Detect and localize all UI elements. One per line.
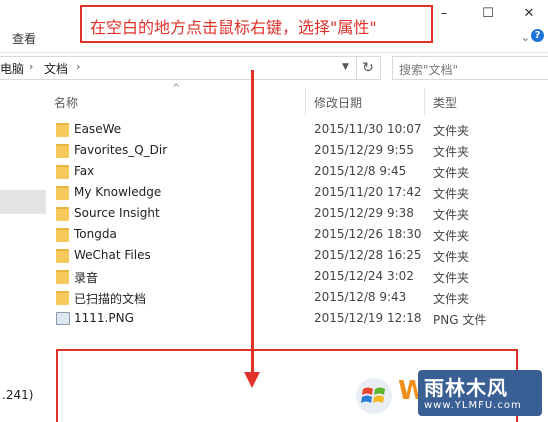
column-header-type[interactable]: 类型 — [433, 94, 457, 111]
refresh-icon: ↻ — [362, 60, 374, 76]
file-date: 2015/12/28 16:25 — [314, 248, 422, 262]
folder-icon — [56, 165, 69, 179]
column-header-date[interactable]: 修改日期 — [314, 94, 362, 111]
file-name: WeChat Files — [74, 248, 151, 262]
list-item[interactable]: 已扫描的文档 2015/12/8 9:43 文件夹 — [46, 288, 548, 309]
chevron-right-icon[interactable]: › — [76, 60, 80, 73]
file-name: 录音 — [74, 271, 99, 285]
folder-icon — [56, 123, 69, 137]
navigation-pane — [0, 80, 46, 422]
file-date: 2015/12/8 9:43 — [314, 290, 407, 304]
column-divider[interactable] — [305, 88, 306, 116]
maximize-button[interactable]: ☐ — [466, 0, 510, 26]
refresh-button[interactable]: ↻ — [356, 57, 379, 79]
folder-icon — [56, 144, 69, 158]
file-name: EaseWe — [74, 122, 122, 136]
instruction-callout: 在空白的地方点击鼠标右键，选择"属性" — [80, 5, 433, 43]
folder-icon — [56, 186, 69, 200]
file-type: PNG 文件 — [433, 313, 487, 327]
file-type: 文件夹 — [433, 250, 470, 264]
watermark-badge: 雨林木风 www.YLMFU.com — [418, 370, 542, 416]
chevron-down-icon[interactable]: ⌄ — [521, 31, 530, 44]
annotation-arrow — [251, 70, 254, 375]
list-item[interactable]: WeChat Files 2015/12/28 16:25 文件夹 — [46, 246, 548, 267]
instruction-text: 在空白的地方点击鼠标右键，选择"属性" — [90, 18, 377, 37]
list-item[interactable]: Favorites_Q_Dir 2015/12/29 9:55 文件夹 — [46, 141, 548, 162]
file-date: 2015/12/29 9:38 — [314, 206, 414, 220]
address-dropdown-icon[interactable]: ▼ — [342, 62, 349, 72]
file-type: 文件夹 — [433, 187, 470, 201]
file-date: 2015/12/19 12:18 — [314, 311, 422, 325]
folder-icon — [56, 249, 69, 263]
file-name: Source Insight — [74, 206, 160, 220]
nav-item-selected[interactable] — [0, 190, 46, 214]
file-type: 文件夹 — [433, 124, 470, 138]
search-box[interactable]: 搜索"文档" — [392, 56, 548, 80]
file-type: 文件夹 — [433, 145, 470, 159]
image-file-icon — [56, 312, 70, 325]
file-name: Tongda — [74, 227, 117, 241]
breadcrumb-documents[interactable]: 文档 — [44, 60, 68, 77]
file-type: 文件夹 — [433, 166, 470, 180]
file-name: Favorites_Q_Dir — [74, 143, 168, 157]
sort-ascending-icon: ^ — [172, 83, 181, 94]
search-input[interactable]: 搜索"文档" — [399, 61, 458, 78]
file-date: 2015/11/20 17:42 — [314, 185, 422, 199]
file-name: Fax — [74, 164, 95, 178]
list-item[interactable]: 1111.PNG 2015/12/19 12:18 PNG 文件 — [46, 309, 548, 330]
file-name: 已扫描的文档 — [74, 292, 147, 306]
file-type: 文件夹 — [433, 271, 470, 285]
list-item[interactable]: Tongda 2015/12/26 18:30 文件夹 — [46, 225, 548, 246]
list-item[interactable]: My Knowledge 2015/11/20 17:42 文件夹 — [46, 183, 548, 204]
file-type: 文件夹 — [433, 229, 470, 243]
file-date: 2015/12/8 9:45 — [314, 164, 407, 178]
tab-view[interactable]: 查看 — [12, 30, 36, 47]
folder-icon — [56, 291, 69, 305]
file-date: 2015/12/29 9:55 — [314, 143, 414, 157]
file-date: 2015/12/24 3:02 — [314, 269, 414, 283]
file-date: 2015/11/30 10:07 — [314, 122, 422, 136]
window-controls: – ☐ ✕ — [422, 0, 548, 26]
help-icon[interactable]: ? — [531, 29, 544, 42]
windows-logo-icon — [356, 378, 392, 414]
file-type: 文件夹 — [433, 292, 470, 306]
file-name: 1111.PNG — [74, 311, 134, 325]
folder-icon — [56, 270, 69, 284]
list-item[interactable]: EaseWe 2015/11/30 10:07 文件夹 — [46, 120, 548, 141]
file-date: 2015/12/26 18:30 — [314, 227, 422, 241]
list-item[interactable]: Fax 2015/12/8 9:45 文件夹 — [46, 162, 548, 183]
column-divider[interactable] — [424, 88, 425, 116]
chevron-right-icon[interactable]: › — [29, 60, 33, 73]
file-type: 文件夹 — [433, 208, 470, 222]
breadcrumb-pc[interactable]: 电脑 — [0, 60, 24, 77]
list-item[interactable]: 录音 2015/12/24 3:02 文件夹 — [46, 267, 548, 288]
folder-icon — [56, 228, 69, 242]
watermark-url: www.YLMFU.com — [424, 400, 522, 411]
list-item[interactable]: Source Insight 2015/12/29 9:38 文件夹 — [46, 204, 548, 225]
nav-item-label[interactable]: .241) — [2, 388, 33, 402]
folder-icon — [56, 207, 69, 221]
close-button[interactable]: ✕ — [510, 0, 548, 26]
watermark-name: 雨林木风 — [424, 376, 508, 400]
column-header-name[interactable]: 名称 — [54, 94, 78, 111]
address-bar[interactable]: 电脑 › 文档 › ▼ — [0, 56, 381, 80]
file-name: My Knowledge — [74, 185, 162, 199]
